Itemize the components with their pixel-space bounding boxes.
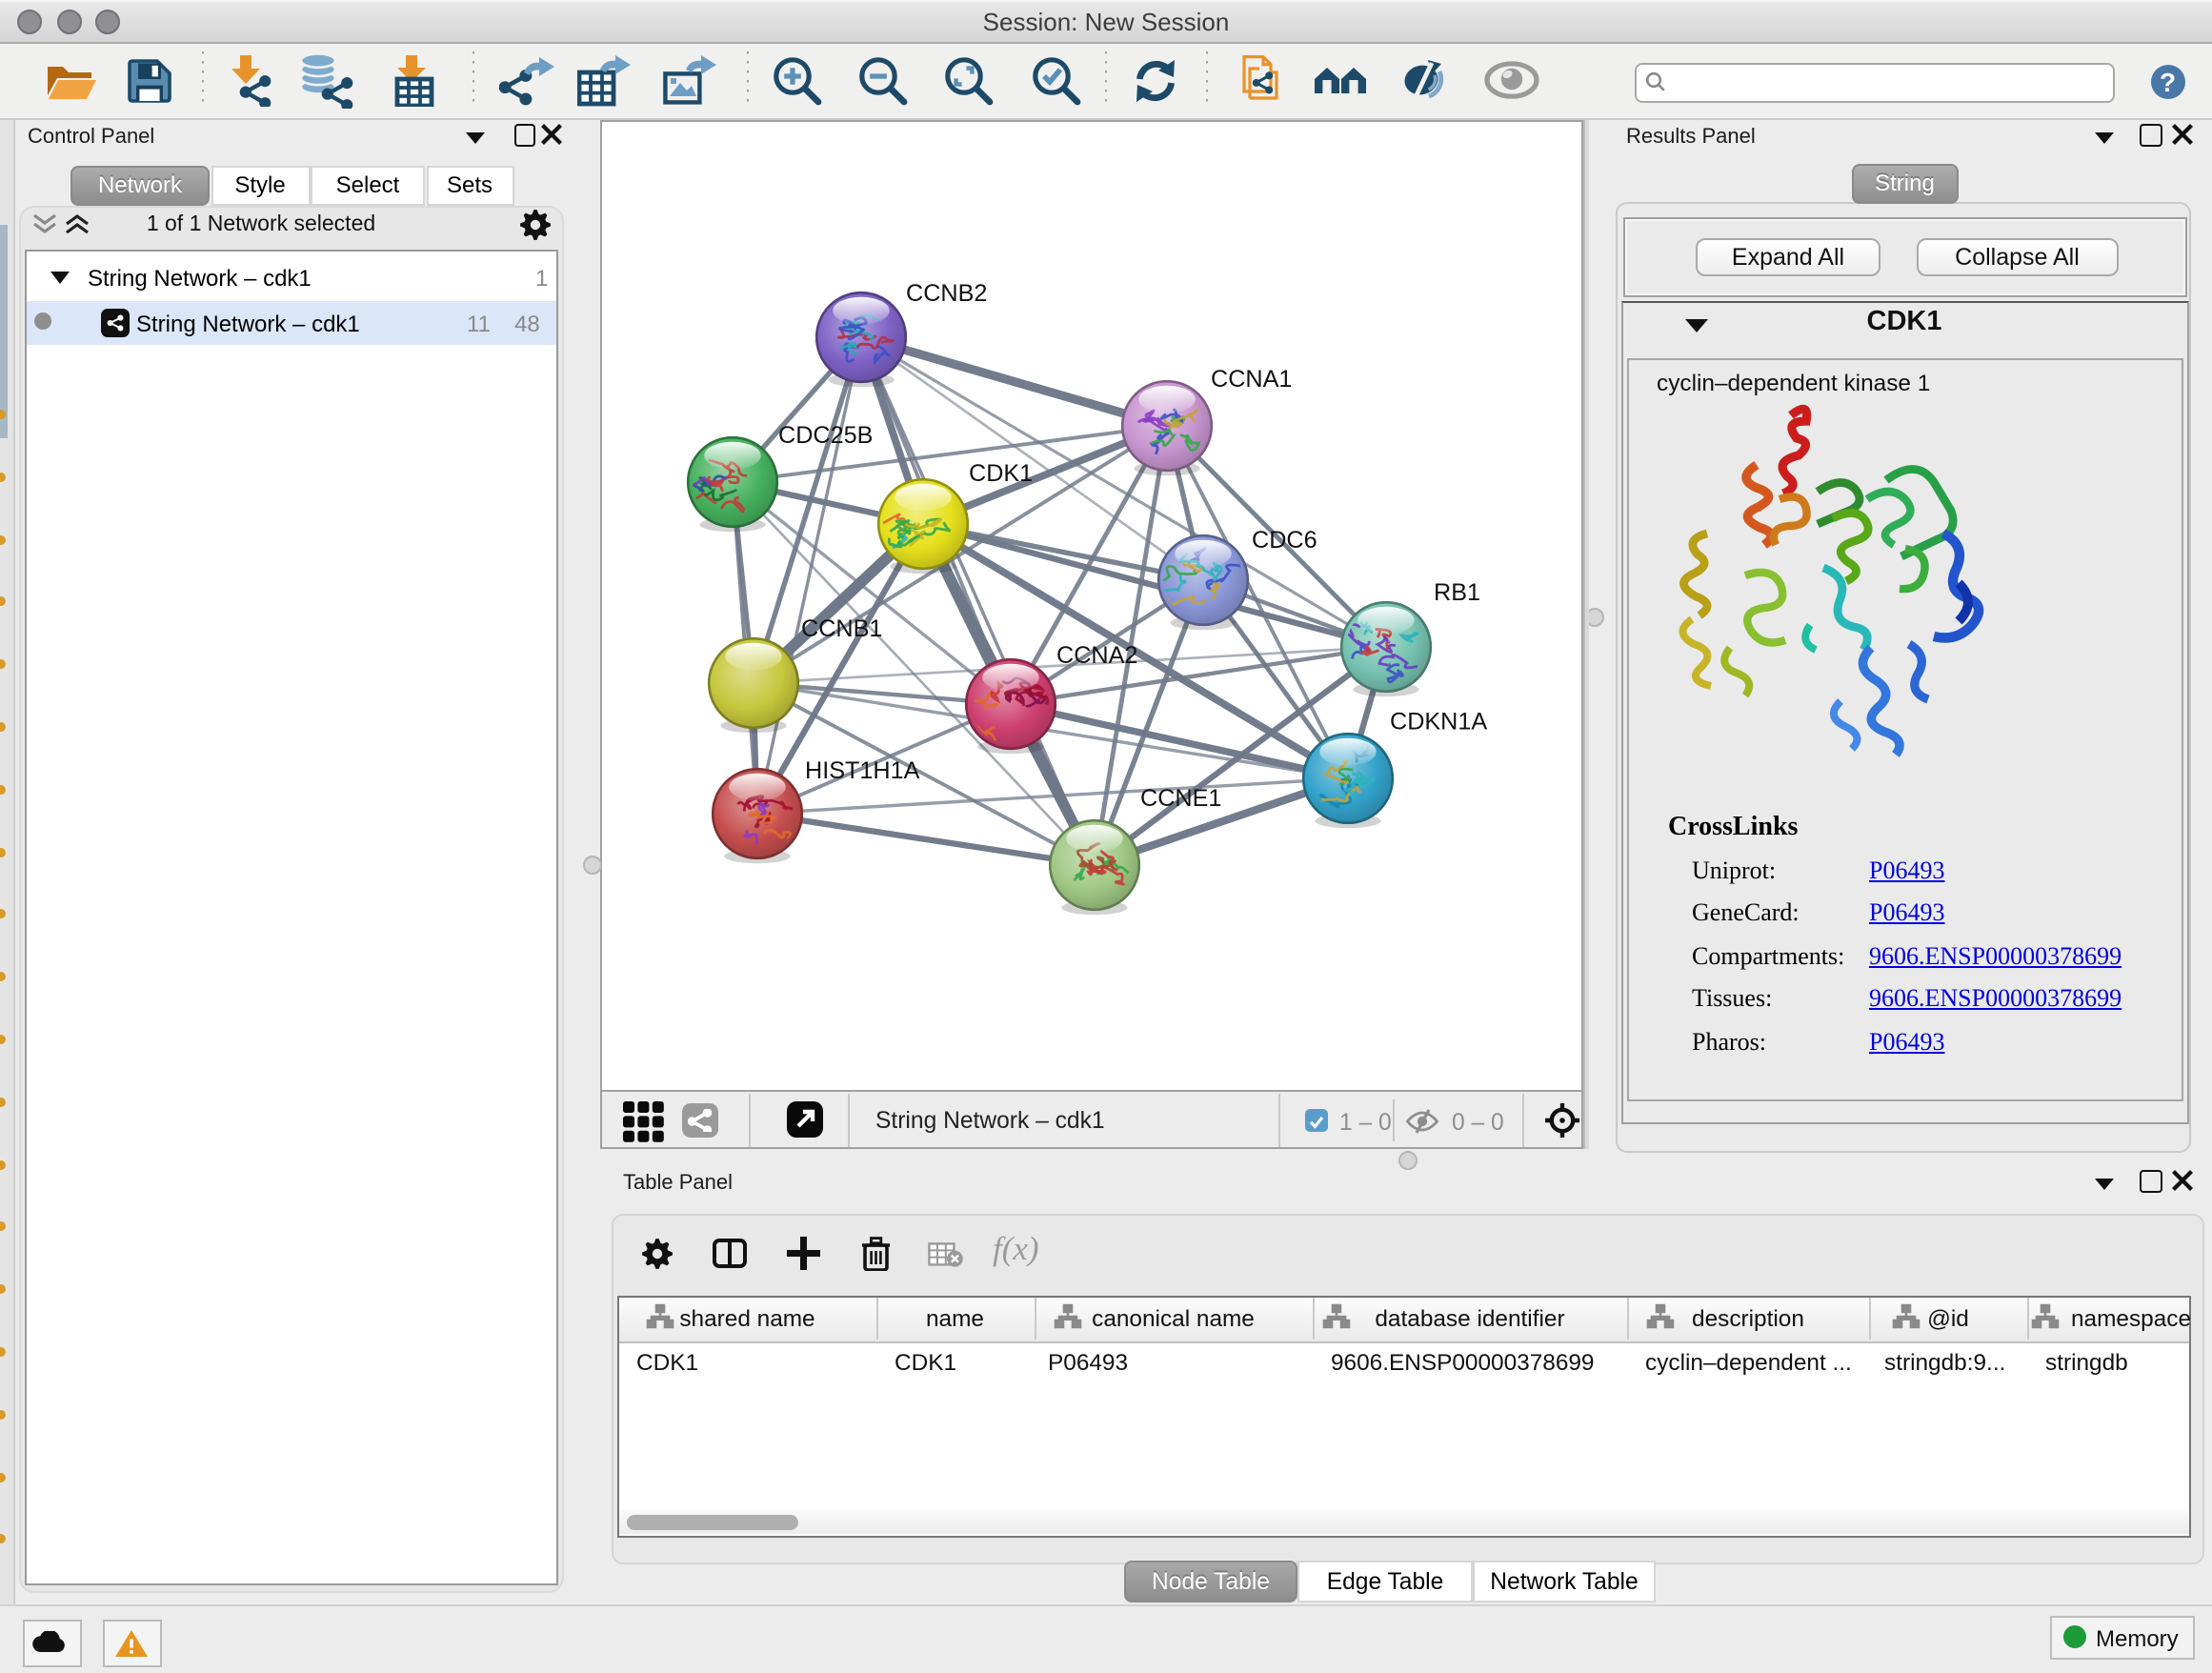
svg-text:CCNA2: CCNA2 (1056, 641, 1136, 668)
svg-text:HIST1H1A: HIST1H1A (804, 756, 919, 783)
svg-text:CDKN1A: CDKN1A (1389, 708, 1486, 735)
svg-text:CDC25B: CDC25B (777, 421, 872, 448)
svg-text:CDC6: CDC6 (1251, 526, 1317, 553)
svg-text:CCNB2: CCNB2 (905, 279, 986, 306)
svg-text:CCNA1: CCNA1 (1210, 365, 1291, 392)
svg-text:RB1: RB1 (1433, 578, 1479, 605)
svg-text:CCNB1: CCNB1 (800, 615, 881, 641)
svg-text:CCNE1: CCNE1 (1139, 784, 1220, 811)
svg-text:CDK1: CDK1 (968, 459, 1032, 486)
